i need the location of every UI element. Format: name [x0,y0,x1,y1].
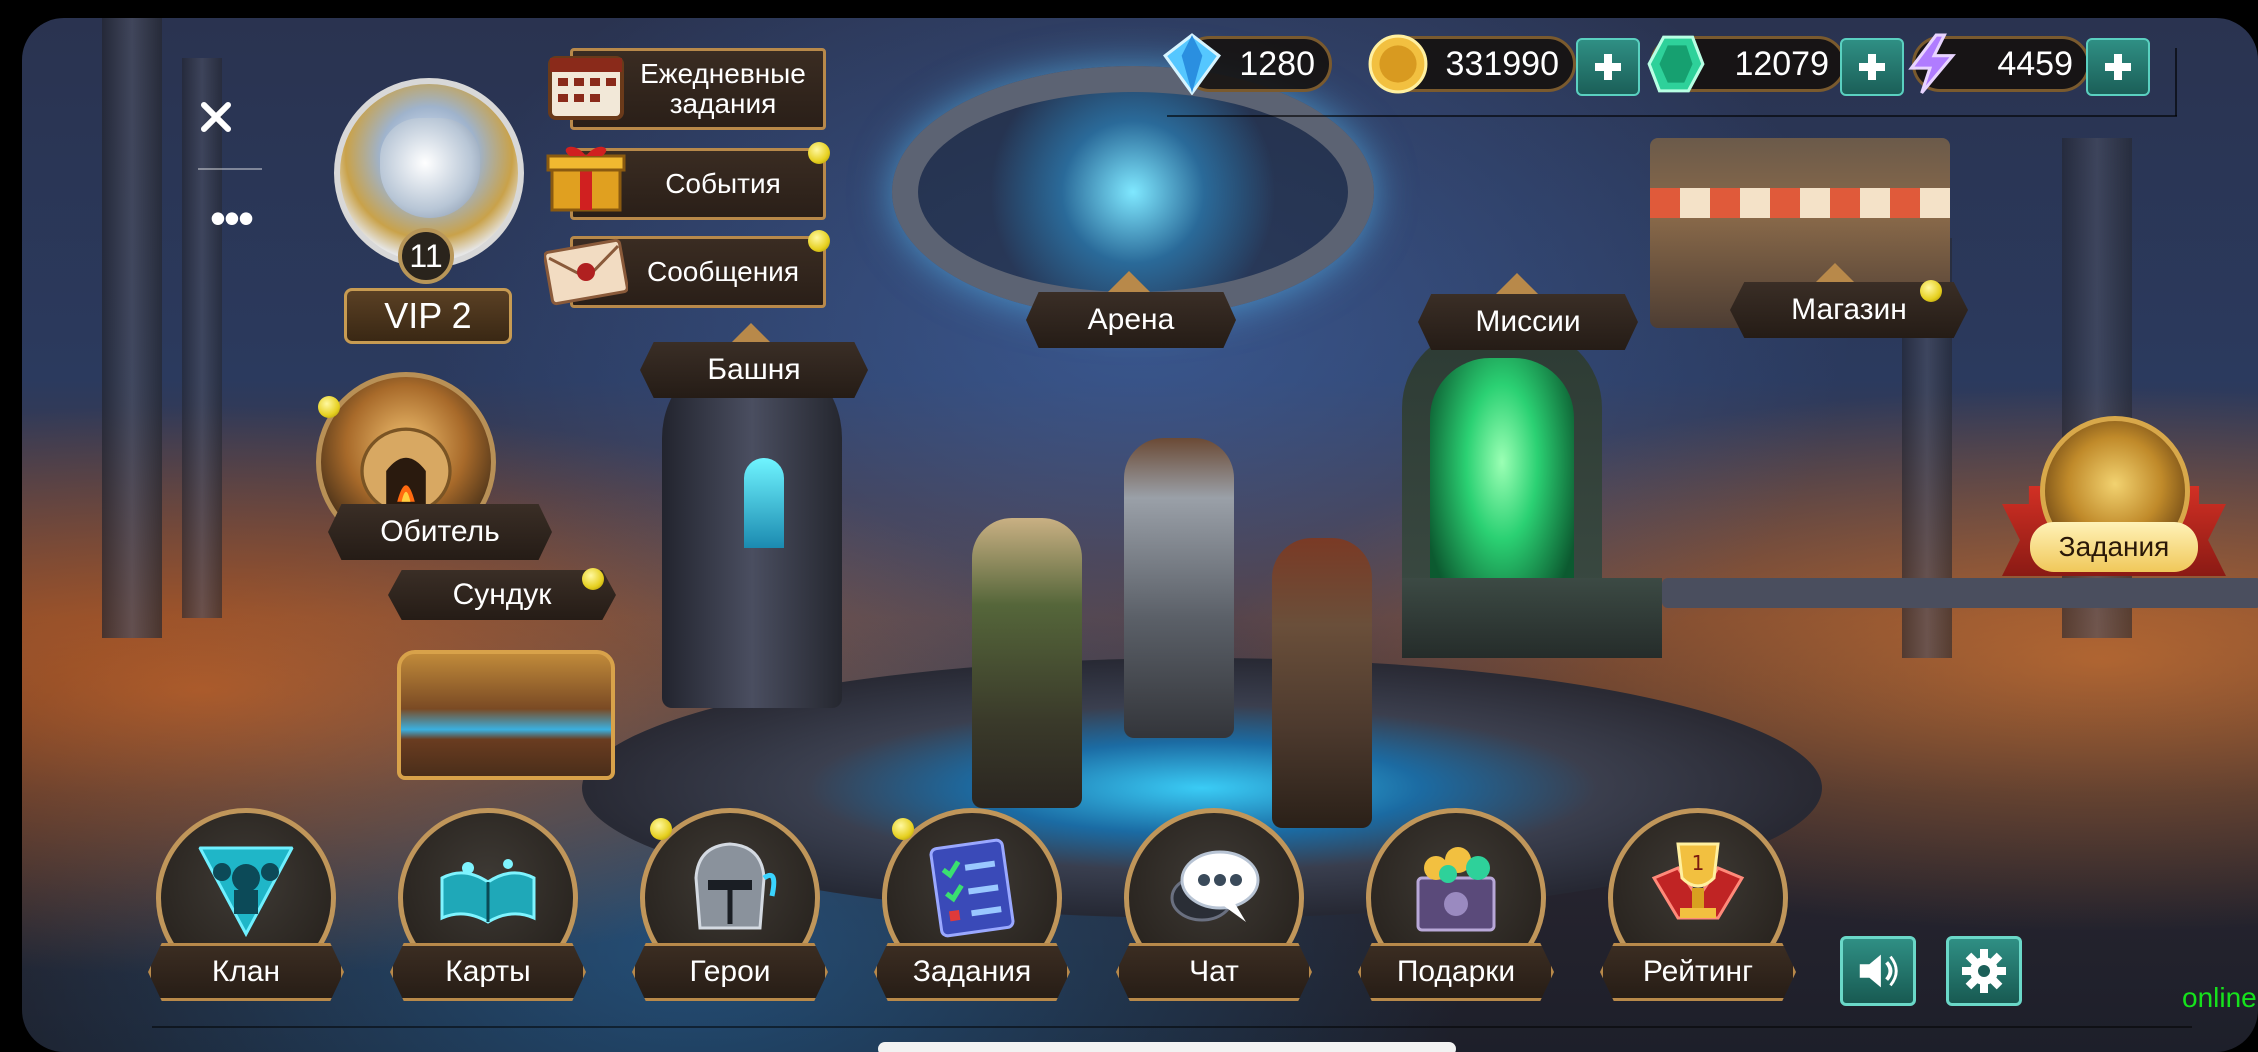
events-notification-dot [808,142,830,164]
cards-book-icon [440,859,536,924]
lightning-icon [1908,33,1956,94]
daily-tasks-label: Ежедневные задания [640,58,806,119]
energy-value: 4459 [1997,44,2073,83]
quests-side-label: Задания [2058,531,2170,562]
more-options-icon[interactable]: ••• [206,195,256,248]
clan-label: Клан [211,955,281,988]
energy-add-button[interactable] [2086,38,2150,96]
treasure-box-icon [1416,847,1496,932]
chest-label: Сундук [452,578,552,611]
missions-label: Миссии [1475,305,1581,338]
heroes-label-plate: Герои [632,943,828,1001]
trophy-icon: 1 [1651,842,1745,920]
gold-value: 331990 [1445,44,1559,83]
treasure-chest[interactable] [397,650,615,780]
crystals-counter: 1280 [1162,33,1332,95]
close-icon[interactable] [190,88,250,148]
settings-button[interactable] [1946,936,2022,1006]
green-gem-icon [1647,35,1705,93]
messages-label: Сообщения [647,256,799,287]
tower-label: Башня [707,353,801,386]
messages-notification-dot [808,230,830,252]
abode-notification-dot [318,396,340,418]
wolf-portrait-icon [380,118,480,218]
vip-label: VIP 2 [384,295,472,336]
chat-bubble-icon [1170,850,1260,922]
player-level-badge: 11 [398,228,454,284]
arena-label: Арена [1087,303,1175,336]
gold-counter: 331990 [1368,34,1576,94]
emeralds-counter: 12079 [1647,35,1846,93]
tasks-label: Задания [912,955,1032,988]
emeralds-value: 12079 [1734,44,1829,83]
blue-crystal-icon [1162,33,1222,95]
topbar-divider [1167,115,2177,117]
chat-label: Чат [1189,955,1239,988]
gifts-button[interactable]: Подарки [1358,808,1554,1001]
arena-banner[interactable]: Арена [1026,292,1236,348]
rating-label-plate: Рейтинг [1600,943,1796,1001]
gold-add-button[interactable] [1576,38,1640,96]
rating-button[interactable]: 1 Рейтинг [1600,808,1796,1001]
tower-window [744,458,784,548]
heroes-label: Герои [689,955,771,988]
portal-stairs [1402,578,1662,658]
clan-button[interactable]: Клан [148,808,344,1001]
rating-label: Рейтинг [1642,955,1754,988]
hero-archer [1272,538,1372,828]
vip-button[interactable]: VIP 2 [344,288,512,344]
svg-text:1: 1 [1692,851,1705,875]
shop-awning [1650,188,1950,218]
shop-label: Магазин [1791,293,1907,326]
tower-banner[interactable]: Башня [640,342,868,398]
sound-button[interactable] [1840,936,1916,1006]
events-label: События [665,168,781,199]
tasks-label-plate: Задания [874,943,1070,1001]
missions-banner[interactable]: Миссии [1418,294,1638,350]
crystals-value: 1280 [1239,44,1315,83]
speaker-icon [1859,954,1898,988]
checklist-icon [929,838,1015,938]
gift-icon [546,146,626,212]
gifts-label-plate: Подарки [1358,943,1554,1001]
connection-status: online [2182,982,2257,1013]
energy-counter: 4459 [1908,33,2090,94]
envelope-icon [544,238,628,306]
topbar-divider-vertical [2175,48,2177,116]
chat-label-plate: Чат [1116,943,1312,1001]
cards-label-plate: Карты [390,943,586,1001]
gold-coin-icon [1368,34,1428,94]
abode-label: Обитель [380,515,500,548]
clan-label-plate: Клан [148,943,344,1001]
shop-notification-dot [1920,280,1942,302]
tasks-notification-dot [892,818,914,840]
game-screen: 1280 331990 12079 4459 ••• 11 VIP 2 Ежед… [22,18,2258,1052]
emeralds-add-button[interactable] [1840,38,1904,96]
divider [198,168,262,170]
bridge [1662,578,2258,608]
home-indicator[interactable] [878,1042,1456,1052]
gifts-label: Подарки [1396,955,1516,988]
bottom-divider [152,1026,2192,1028]
quests-side-button[interactable]: Задания [2030,522,2198,572]
hero-knight [1124,438,1234,738]
helmet-icon [694,842,777,930]
gear-icon [1962,949,2006,993]
player-level: 11 [409,237,443,274]
heroes-notification-dot [650,818,672,840]
chest-notification-dot [582,568,604,590]
abode-banner[interactable]: Обитель [328,504,552,560]
chat-button[interactable]: Чат [1116,808,1312,1001]
left-city-towers [102,18,162,638]
clan-icon [197,846,295,938]
cards-label: Карты [445,955,531,988]
hero-elf [972,518,1082,808]
furnace-icon [360,427,452,515]
calendar-icon [548,56,624,120]
cards-button[interactable]: Карты [390,808,586,1001]
